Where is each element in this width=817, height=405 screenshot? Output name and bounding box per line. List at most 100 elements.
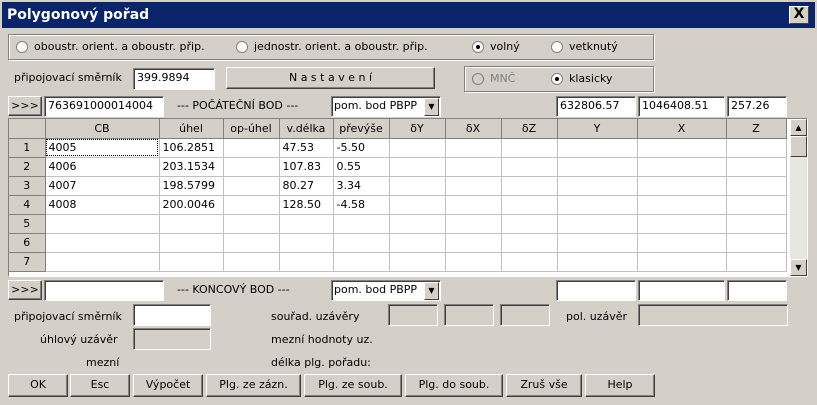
table-cell[interactable] [501, 138, 558, 158]
table-cell[interactable] [557, 176, 638, 196]
table-cell[interactable] [557, 195, 638, 215]
row-header[interactable]: 1 [9, 138, 46, 158]
table-cell[interactable] [445, 195, 502, 215]
column-header[interactable]: Y [557, 119, 638, 139]
table-cell[interactable] [389, 176, 446, 196]
table-cell[interactable] [389, 195, 446, 215]
table-cell[interactable] [223, 233, 280, 253]
chevron-down-icon[interactable]: ▼ [424, 282, 439, 300]
table-cell[interactable] [501, 195, 558, 215]
start-z-input[interactable]: 257.26 [727, 96, 787, 117]
table-cell[interactable] [159, 233, 224, 253]
table-cell[interactable] [557, 214, 638, 234]
start-nav-button[interactable]: >>> [8, 96, 42, 116]
column-header[interactable]: převýše [333, 119, 390, 139]
traverse-from-file-button[interactable]: Plg. ze soub. [304, 374, 402, 397]
table-cell[interactable] [501, 157, 558, 177]
settings-button[interactable]: N a s t a v e n í [226, 67, 435, 89]
table-cell[interactable] [223, 252, 280, 272]
column-header[interactable]: δY [389, 119, 446, 139]
esc-button[interactable]: Esc [70, 374, 130, 397]
traverse-from-records-button[interactable]: Plg. ze zázn. [206, 374, 301, 397]
row-header[interactable]: 3 [9, 176, 46, 196]
table-cell[interactable]: 47.53 [279, 138, 334, 158]
table-cell[interactable] [389, 252, 446, 272]
column-header[interactable]: X [637, 119, 727, 139]
connect-bearing-input[interactable]: 399.9894 [133, 68, 215, 90]
help-button[interactable]: Help [585, 374, 655, 397]
table-cell[interactable]: 107.83 [279, 157, 334, 177]
radio-one-orient-both-connect[interactable]: jednostr. orient. a oboustr. přip. [236, 40, 428, 53]
table-cell[interactable]: 3.34 [333, 176, 390, 196]
table-cell[interactable] [333, 233, 390, 253]
table-cell[interactable] [557, 233, 638, 253]
column-header[interactable]: op-úhel [223, 119, 280, 139]
result-connect-bearing-input[interactable] [133, 304, 211, 326]
table-cell[interactable] [445, 252, 502, 272]
table-cell[interactable] [223, 214, 280, 234]
table-cell[interactable]: 0.55 [333, 157, 390, 177]
end-y-input[interactable] [556, 280, 636, 301]
table-cell[interactable] [445, 157, 502, 177]
table-cell[interactable] [557, 157, 638, 177]
table-cell[interactable]: 4005 [45, 138, 160, 158]
table-cell[interactable] [445, 138, 502, 158]
table-cell[interactable] [726, 214, 787, 234]
table-cell[interactable] [501, 214, 558, 234]
table-cell[interactable] [159, 214, 224, 234]
scroll-up-icon[interactable]: ▲ [790, 119, 807, 136]
table-cell[interactable]: 4007 [45, 176, 160, 196]
radio-fixed[interactable]: vetknutý [551, 40, 618, 53]
column-header[interactable]: δX [445, 119, 502, 139]
radio-free[interactable]: volný [472, 40, 520, 53]
table-cell[interactable] [637, 138, 727, 158]
table-cell[interactable] [637, 252, 727, 272]
table-cell[interactable] [501, 252, 558, 272]
column-header[interactable]: CB [45, 119, 160, 139]
table-cell[interactable]: -5.50 [333, 138, 390, 158]
table-cell[interactable]: 4006 [45, 157, 160, 177]
table-cell[interactable] [389, 214, 446, 234]
column-header[interactable]: δZ [501, 119, 558, 139]
end-z-input[interactable] [727, 280, 787, 301]
start-cb-input[interactable]: 763691000014004 [44, 96, 164, 117]
table-cell[interactable] [389, 138, 446, 158]
calculate-button[interactable]: Výpočet [133, 374, 203, 397]
column-header[interactable]: Z [726, 119, 787, 139]
scroll-thumb[interactable] [790, 136, 807, 157]
end-point-type-select[interactable]: pom. bod PBPP ▼ [331, 280, 441, 301]
table-cell[interactable] [223, 138, 280, 158]
table-cell[interactable]: 203.1534 [159, 157, 224, 177]
ok-button[interactable]: OK [8, 374, 68, 397]
start-x-input[interactable]: 1046408.51 [638, 96, 725, 117]
column-header[interactable]: v.délka [279, 119, 334, 139]
table-cell[interactable] [726, 157, 787, 177]
table-cell[interactable] [557, 138, 638, 158]
table-cell[interactable]: 4008 [45, 195, 160, 215]
table-cell[interactable] [501, 176, 558, 196]
table-cell[interactable] [279, 233, 334, 253]
table-cell[interactable] [223, 157, 280, 177]
row-header[interactable]: 2 [9, 157, 46, 177]
table-cell[interactable] [726, 138, 787, 158]
table-cell[interactable]: 106.2851 [159, 138, 224, 158]
table-cell[interactable] [637, 176, 727, 196]
radio-mnc[interactable]: MNČ [472, 72, 515, 85]
table-cell[interactable] [389, 157, 446, 177]
row-header[interactable]: 6 [9, 233, 46, 253]
start-y-input[interactable]: 632806.57 [556, 96, 636, 117]
chevron-down-icon[interactable]: ▼ [424, 98, 439, 116]
table-cell[interactable]: 128.50 [279, 195, 334, 215]
scroll-down-icon[interactable]: ▼ [790, 259, 807, 276]
row-header[interactable]: 5 [9, 214, 46, 234]
grid-vertical-scrollbar[interactable]: ▲ ▼ [790, 119, 807, 276]
table-cell[interactable] [45, 252, 160, 272]
row-header[interactable]: 7 [9, 252, 46, 272]
end-x-input[interactable] [638, 280, 725, 301]
end-cb-input[interactable] [44, 280, 164, 301]
table-cell[interactable] [159, 252, 224, 272]
radio-both-orient-both-connect[interactable]: oboustr. orient. a oboustr. přip. [16, 40, 205, 53]
table-cell[interactable] [333, 214, 390, 234]
start-point-type-select[interactable]: pom. bod PBPP ▼ [331, 96, 441, 117]
table-cell[interactable] [726, 252, 787, 272]
